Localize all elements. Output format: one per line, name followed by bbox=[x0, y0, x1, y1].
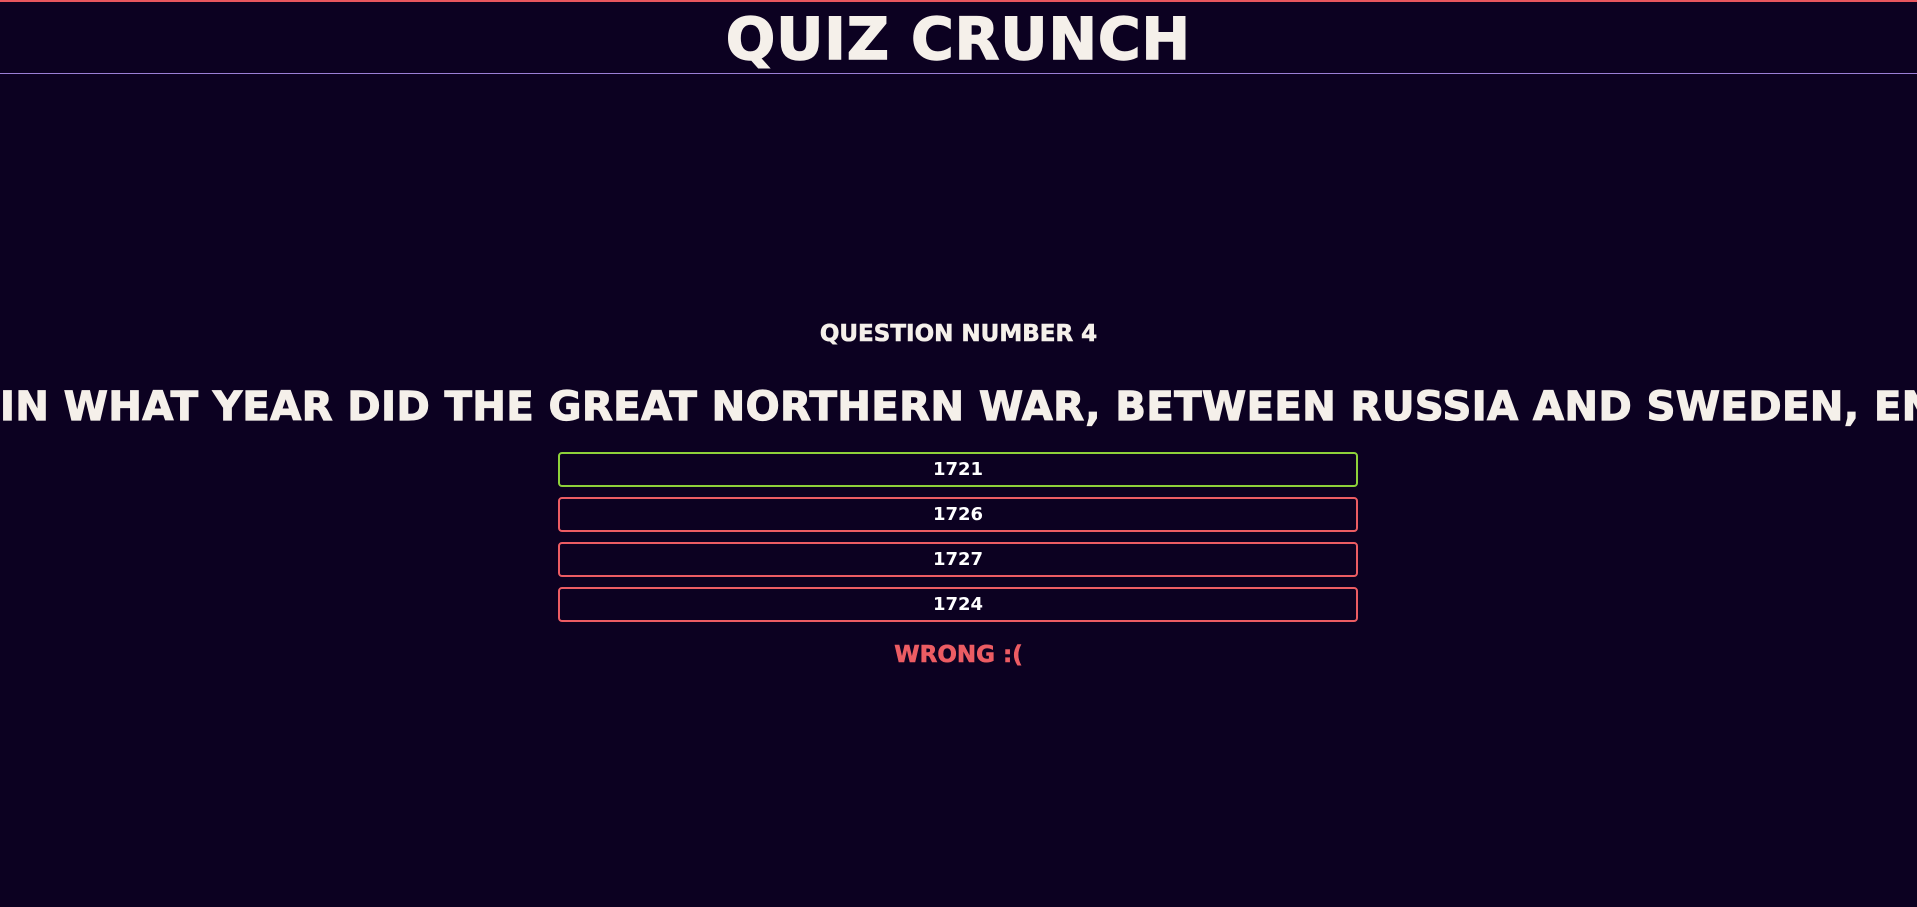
app-title: QUIZ CRUNCH bbox=[725, 4, 1192, 73]
answer-button[interactable]: 1726 bbox=[558, 497, 1358, 532]
result-message: WRONG :( bbox=[894, 642, 1023, 669]
app-header: QUIZ CRUNCH bbox=[0, 0, 1917, 74]
answer-button[interactable]: 1721 bbox=[558, 452, 1358, 487]
answer-list: 1721 1726 1727 1724 bbox=[558, 452, 1358, 632]
answer-button[interactable]: 1724 bbox=[558, 587, 1358, 622]
question-text: IN WHAT YEAR DID THE GREAT NORTHERN WAR,… bbox=[0, 383, 1917, 430]
question-number: QUESTION NUMBER 4 bbox=[819, 321, 1098, 348]
answer-button[interactable]: 1727 bbox=[558, 542, 1358, 577]
